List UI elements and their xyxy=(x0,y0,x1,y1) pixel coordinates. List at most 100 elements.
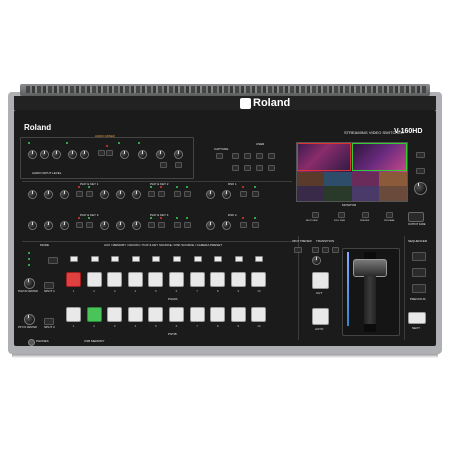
monitor-button-preview[interactable] xyxy=(362,212,369,218)
user-button-1[interactable] xyxy=(232,153,239,159)
monitor-button-multiview[interactable] xyxy=(312,212,319,218)
mode-button[interactable] xyxy=(48,257,58,264)
audio-knob-5[interactable] xyxy=(80,150,89,159)
transition-button-2[interactable] xyxy=(322,247,329,253)
cut-button[interactable] xyxy=(312,272,329,289)
aux-button-10[interactable] xyxy=(255,256,264,262)
key-button[interactable] xyxy=(252,191,259,197)
aux-button-6[interactable] xyxy=(173,256,181,262)
pgm-button-10[interactable] xyxy=(251,272,267,287)
key-knob[interactable] xyxy=(60,221,69,230)
pst-button-8[interactable] xyxy=(210,307,226,322)
user-button-7[interactable] xyxy=(256,165,263,171)
key-knob[interactable] xyxy=(44,221,53,230)
pgm-center-knob[interactable] xyxy=(24,278,35,289)
key-knob[interactable] xyxy=(44,190,53,199)
aux-button-2[interactable] xyxy=(90,256,99,262)
audio-knob-2[interactable] xyxy=(40,150,49,159)
key-button[interactable] xyxy=(158,222,165,228)
key-knob[interactable] xyxy=(222,190,231,199)
pgm-button-1[interactable] xyxy=(66,272,81,287)
key-knob[interactable] xyxy=(132,221,141,230)
key-knob[interactable] xyxy=(222,221,231,230)
menu-button[interactable] xyxy=(416,152,425,158)
pst-button-1[interactable] xyxy=(66,307,81,322)
pst-button-4[interactable] xyxy=(127,307,143,322)
key-button[interactable] xyxy=(148,222,155,228)
transition-button-3[interactable] xyxy=(332,247,339,253)
aux-button-3[interactable] xyxy=(111,256,120,262)
key-button[interactable] xyxy=(184,191,191,197)
key-button[interactable] xyxy=(158,191,165,197)
audio-knob-7[interactable] xyxy=(138,150,147,159)
audio-knob-8[interactable] xyxy=(156,150,165,159)
audio-button-a[interactable] xyxy=(98,150,105,156)
pgm-button-5[interactable] xyxy=(148,272,164,287)
monitor-button-still[interactable] xyxy=(338,212,345,218)
key-button[interactable] xyxy=(86,222,93,228)
key-knob[interactable] xyxy=(206,221,215,230)
audio-knob-9[interactable] xyxy=(174,150,183,159)
aux-button-5[interactable] xyxy=(152,256,161,262)
pgm-button-4[interactable] xyxy=(127,272,143,287)
phones-jack[interactable] xyxy=(28,339,35,346)
output-fade-button[interactable] xyxy=(408,212,424,222)
transition-button-1[interactable] xyxy=(312,247,319,253)
aux-button-8[interactable] xyxy=(214,256,223,262)
pst-button-3[interactable] xyxy=(107,307,123,322)
value-knob[interactable] xyxy=(414,182,427,195)
sequencer-button-3[interactable] xyxy=(412,284,426,293)
audio-knob-6[interactable] xyxy=(120,150,129,159)
user-button-8[interactable] xyxy=(268,165,275,171)
audio-button-b[interactable] xyxy=(106,150,113,156)
sequencer-button-2[interactable] xyxy=(412,268,426,277)
key-knob[interactable] xyxy=(116,190,125,199)
key-button[interactable] xyxy=(240,191,247,197)
transition-time-knob[interactable] xyxy=(312,256,321,265)
user-button-2[interactable] xyxy=(244,153,251,159)
key-button[interactable] xyxy=(252,222,259,228)
pgm-button-8[interactable] xyxy=(210,272,226,287)
user-button-3[interactable] xyxy=(256,153,263,159)
next-button[interactable] xyxy=(408,312,426,324)
key-knob[interactable] xyxy=(60,190,69,199)
aux-button-4[interactable] xyxy=(131,256,140,262)
key-knob[interactable] xyxy=(206,190,215,199)
key-knob[interactable] xyxy=(100,221,109,230)
audio-knob-4[interactable] xyxy=(68,150,77,159)
key-knob[interactable] xyxy=(28,190,37,199)
pgm-button-9[interactable] xyxy=(230,272,246,287)
key-button[interactable] xyxy=(184,222,191,228)
key-button[interactable] xyxy=(76,222,83,228)
split2-button[interactable] xyxy=(44,318,54,325)
pst-button-9[interactable] xyxy=(230,307,246,322)
pst-center-knob[interactable] xyxy=(24,314,35,325)
key-knob[interactable] xyxy=(28,221,37,230)
key-knob[interactable] xyxy=(100,190,109,199)
user-button-6[interactable] xyxy=(244,165,251,171)
pst-button-5[interactable] xyxy=(148,307,164,322)
aux-button-1[interactable] xyxy=(70,256,78,262)
audio-button-c[interactable] xyxy=(160,162,167,168)
pgm-button-2[interactable] xyxy=(86,272,102,287)
user-button-4[interactable] xyxy=(268,153,275,159)
key-button[interactable] xyxy=(76,191,83,197)
user-button-5[interactable] xyxy=(232,165,239,171)
exit-button[interactable] xyxy=(416,168,425,174)
aux-button-9[interactable] xyxy=(234,256,243,262)
key-knob[interactable] xyxy=(116,221,125,230)
key-button[interactable] xyxy=(174,222,181,228)
key-button[interactable] xyxy=(240,222,247,228)
input-preview-button[interactable] xyxy=(294,247,302,253)
tbar-handle[interactable] xyxy=(353,259,387,277)
audio-knob-1[interactable] xyxy=(28,150,37,159)
auto-button[interactable] xyxy=(312,308,329,325)
pst-button-2[interactable] xyxy=(86,307,102,322)
pgm-button-3[interactable] xyxy=(107,272,123,287)
key-button[interactable] xyxy=(174,191,181,197)
pst-button-7[interactable] xyxy=(189,307,205,322)
pgm-button-7[interactable] xyxy=(189,272,205,287)
split1-button[interactable] xyxy=(44,282,54,289)
pgm-button-6[interactable] xyxy=(169,272,184,287)
key-knob[interactable] xyxy=(132,190,141,199)
